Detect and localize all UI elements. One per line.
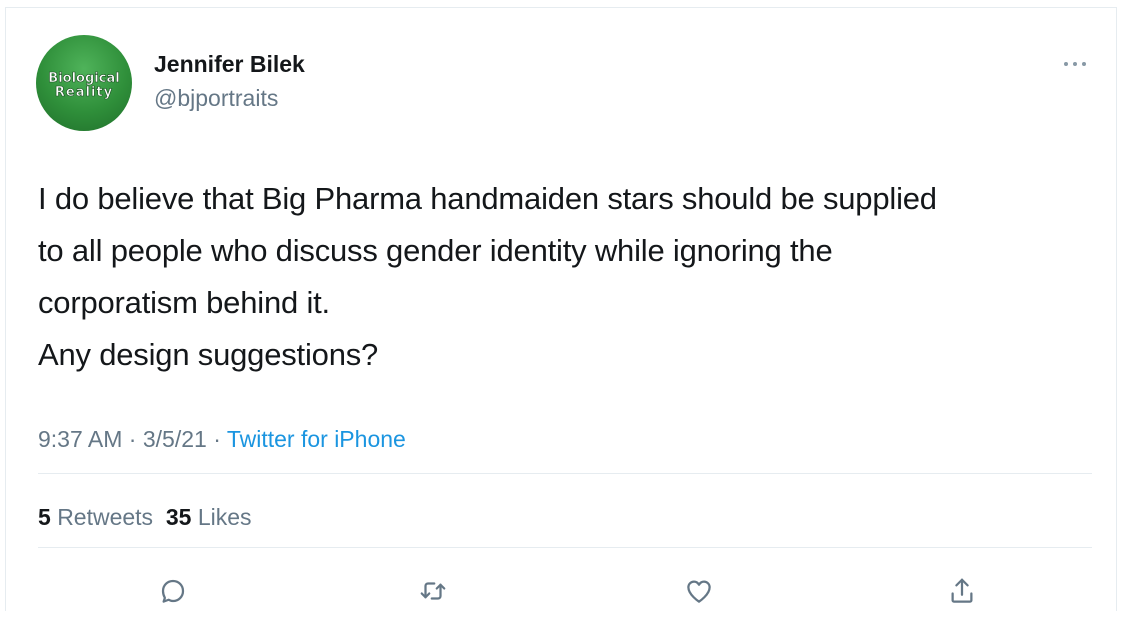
retweets-count: 5 [38,504,51,530]
retweets-label: Retweets [57,504,154,530]
author-handle[interactable]: @bjportraits [154,85,278,112]
likes-count: 35 [165,504,192,530]
divider [38,473,1092,474]
reply-icon[interactable] [158,576,188,606]
retweets-stat[interactable]: 5 Retweets [38,504,153,530]
avatar-text-line2: Reality [55,85,113,100]
avatar-logo: Biological Reality [48,71,120,101]
likes-label: Likes [197,504,252,530]
tweet-date[interactable]: 3/5/21 [143,426,207,452]
tweet-stats: 5 Retweets 35 Likes [38,504,252,531]
tweet-text-line: I do believe that Big Pharma handmaiden … [38,181,937,216]
more-options-icon[interactable] [1062,56,1088,66]
author-name[interactable]: Jennifer Bilek [154,51,305,78]
tweet-time[interactable]: 9:37 AM [38,426,122,452]
tweet-meta: 9:37 AM · 3/5/21 · Twitter for iPhone [38,426,406,453]
meta-separator: · [213,426,221,452]
tweet-source-link[interactable]: Twitter for iPhone [227,426,406,452]
avatar-text-line1: Biological [48,71,119,86]
avatar[interactable]: Biological Reality [36,35,132,131]
meta-separator: · [128,426,137,452]
retweet-icon[interactable] [418,576,448,606]
tweet-text: I do believe that Big Pharma handmaiden … [38,173,1098,381]
tweet-text-line: Any design suggestions? [38,337,379,372]
like-icon[interactable] [684,576,714,606]
share-icon[interactable] [947,576,977,606]
tweet-text-line: corporatism behind it. [38,285,330,320]
tweet-card: Biological Reality Jennifer Bilek @bjpor… [5,7,1117,611]
likes-stat[interactable]: 35 Likes [166,504,252,530]
tweet-text-line: to all people who discuss gender identit… [38,233,833,268]
divider [38,547,1092,548]
